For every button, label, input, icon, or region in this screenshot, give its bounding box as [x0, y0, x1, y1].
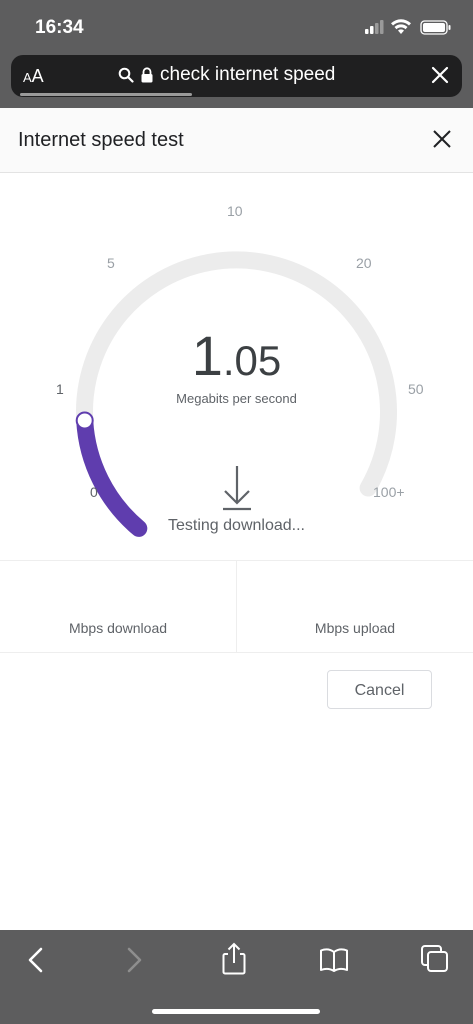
speed-integer: 1	[191, 324, 223, 387]
tick-100-plus: 100+	[373, 484, 405, 500]
upload-result-label: Mbps upload	[314, 620, 396, 636]
back-icon[interactable]	[22, 944, 50, 976]
download-arrow-icon	[223, 466, 251, 511]
address-bar[interactable]: AA check internet speed	[11, 55, 462, 97]
gauge-fill	[76, 412, 148, 537]
signal-icon	[365, 20, 384, 34]
speed-unit: Megabits per second	[176, 391, 297, 406]
tick-0: 0	[90, 484, 98, 500]
download-result-label: Mbps download	[68, 620, 168, 636]
status-time: 16:34	[35, 17, 84, 38]
results-row: Mbps download Mbps upload	[0, 560, 473, 653]
url-text: check internet speed	[160, 64, 336, 85]
clear-url-icon[interactable]	[430, 65, 450, 85]
gauge-knob	[75, 411, 94, 430]
tick-10: 10	[227, 203, 243, 219]
tabs-icon[interactable]	[420, 944, 450, 974]
speed-readout: 1.05	[0, 323, 473, 388]
close-icon[interactable]	[433, 130, 451, 148]
cancel-button[interactable]: Cancel	[327, 670, 432, 709]
lock-icon	[141, 67, 153, 83]
share-icon[interactable]	[220, 942, 248, 976]
tick-20: 20	[356, 255, 372, 271]
speed-test-panel: Internet speed test 10 5 20 1 50 0 100+ …	[0, 108, 473, 930]
text-size-button[interactable]: AA	[23, 66, 44, 87]
status-bar: 16:34	[0, 0, 473, 54]
speed-decimal: .05	[222, 337, 282, 384]
bookmarks-icon[interactable]	[319, 946, 349, 974]
browser-toolbar	[0, 930, 473, 1024]
forward-icon	[127, 947, 142, 973]
battery-icon	[420, 20, 451, 35]
results-divider	[236, 561, 237, 652]
home-indicator	[152, 1009, 320, 1014]
test-status: Testing download...	[168, 517, 305, 534]
status-icons	[365, 19, 451, 35]
search-icon	[118, 67, 134, 83]
tick-5: 5	[107, 255, 115, 271]
wifi-icon	[391, 19, 411, 34]
panel-header: Internet speed test	[0, 108, 473, 173]
page-load-progress	[20, 93, 192, 96]
panel-title: Internet speed test	[18, 129, 184, 151]
